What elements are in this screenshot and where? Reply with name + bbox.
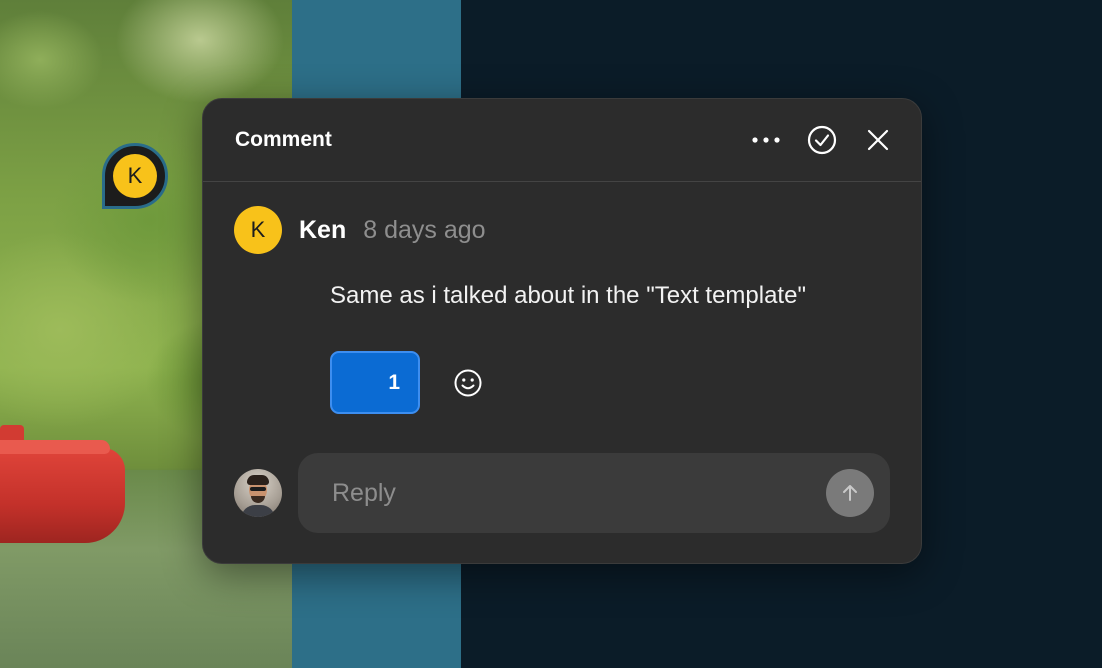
check-circle-icon (807, 125, 837, 155)
avatar: K (234, 206, 282, 254)
comment-pin[interactable]: K (102, 143, 168, 209)
popup-header: Comment (203, 99, 921, 182)
close-icon (867, 129, 889, 151)
reaction-count: 1 (388, 370, 400, 394)
reply-row (234, 453, 890, 533)
send-button[interactable] (826, 469, 874, 517)
more-horizontal-icon (752, 137, 780, 143)
comment-timestamp: 8 days ago (363, 215, 486, 244)
canvas-boat-rim (0, 440, 110, 454)
reply-box (298, 453, 890, 533)
resolve-button[interactable] (805, 123, 839, 157)
comment-header: K Ken 8 days ago (234, 206, 921, 254)
popup-title: Comment (235, 128, 332, 151)
comment-popup: Comment K Ken 8 days ago Same as i talke… (202, 98, 922, 564)
arrow-up-icon (843, 485, 857, 501)
comment-author: Ken (299, 215, 347, 244)
pin-avatar: K (113, 154, 157, 198)
close-button[interactable] (861, 123, 895, 157)
reaction-button[interactable]: 1 (330, 351, 420, 414)
reactions-row: 1 (330, 351, 921, 414)
current-user-avatar (234, 469, 282, 517)
smiley-icon (454, 369, 482, 396)
add-reaction-button[interactable] (450, 365, 486, 401)
comment-thread-item: K Ken 8 days ago Same as i talked about … (203, 182, 921, 414)
comment-text: Same as i talked about in the "Text temp… (330, 282, 806, 309)
canvas-boat (0, 448, 125, 543)
more-button[interactable] (749, 123, 783, 157)
reply-input[interactable] (330, 477, 826, 509)
